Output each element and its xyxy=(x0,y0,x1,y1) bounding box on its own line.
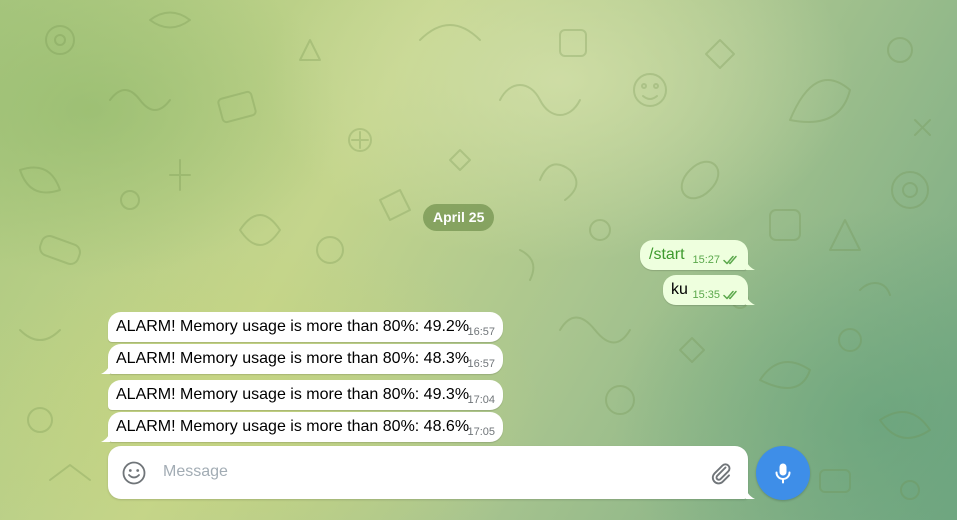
message-text[interactable]: ku xyxy=(671,281,688,299)
smiley-icon[interactable] xyxy=(121,460,147,486)
message-meta: 15:35 xyxy=(692,289,740,301)
message-meta: 15:27 xyxy=(692,254,740,266)
bubble-tail xyxy=(101,428,110,442)
message-composer[interactable] xyxy=(108,446,755,499)
message-text[interactable]: /start xyxy=(649,246,685,264)
message-input[interactable] xyxy=(163,458,693,486)
message-time: 16:57 xyxy=(467,326,495,338)
double-check-icon xyxy=(723,290,737,300)
outgoing-message[interactable]: /start 15:27 xyxy=(640,240,755,270)
incoming-message[interactable]: ALARM! Memory usage is more than 80%: 48… xyxy=(101,344,503,374)
date-separator: April 25 xyxy=(423,204,495,231)
incoming-message[interactable]: ALARM! Memory usage is more than 80%: 49… xyxy=(108,380,503,410)
bubble-tail xyxy=(746,291,755,305)
incoming-message[interactable]: ALARM! Memory usage is more than 80%: 48… xyxy=(101,412,503,442)
microphone-button[interactable] xyxy=(756,446,810,500)
incoming-message[interactable]: ALARM! Memory usage is more than 80%: 49… xyxy=(108,312,503,342)
bubble-tail xyxy=(101,360,110,374)
message-time: 16:57 xyxy=(467,358,495,370)
chat-background-pattern xyxy=(19,11,931,500)
message-time: 15:35 xyxy=(692,289,720,301)
composer-tail xyxy=(746,485,755,499)
paperclip-icon[interactable] xyxy=(708,460,734,486)
message-time: 17:04 xyxy=(467,394,495,406)
message-time: 17:05 xyxy=(467,426,495,438)
double-check-icon xyxy=(723,255,737,265)
microphone-icon xyxy=(775,463,791,484)
message-text[interactable]: ALARM! Memory usage is more than 80%: 48… xyxy=(116,418,469,436)
chat-area[interactable]: April 25 /start 15:27 ku 15:35 ALARM! Me… xyxy=(0,0,957,520)
outgoing-message[interactable]: ku 15:35 xyxy=(663,275,755,305)
bubble-tail xyxy=(746,256,755,270)
message-time: 15:27 xyxy=(692,254,720,266)
message-text[interactable]: ALARM! Memory usage is more than 80%: 49… xyxy=(116,386,469,404)
message-text[interactable]: ALARM! Memory usage is more than 80%: 49… xyxy=(116,318,469,336)
message-text[interactable]: ALARM! Memory usage is more than 80%: 48… xyxy=(116,350,469,368)
